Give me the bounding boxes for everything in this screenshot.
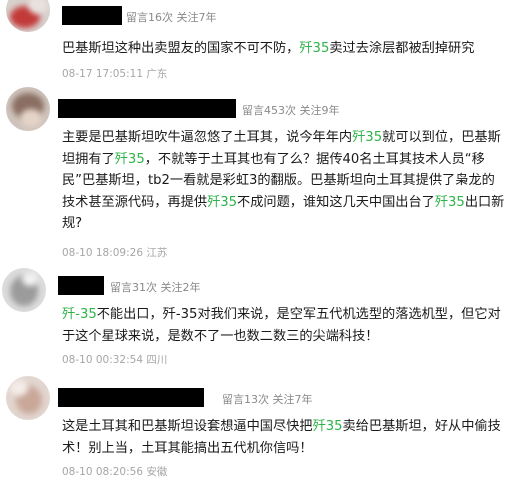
highlight-keyword: 歼35 bbox=[114, 151, 145, 167]
username-redacted[interactable] bbox=[58, 388, 204, 407]
highlight-keyword: 歼-35 bbox=[62, 307, 97, 322]
comment-text: 歼-35不能出口，歼-35对我们来说，是空军五代机选型的落选机型，但它对于这个星… bbox=[62, 307, 501, 344]
comment-timestamp: 08-17 17:05:11 广东 bbox=[62, 68, 168, 80]
highlight-keyword: 歼35 bbox=[434, 194, 465, 210]
comment-item: 留言16次 关注7年 巴基斯坦这种出卖盟友的国家不可不防，歼35卖过去涂层都被刮… bbox=[0, 0, 518, 85]
username-redacted[interactable] bbox=[62, 6, 122, 25]
user-stats: 留言13次 关注7年 bbox=[222, 393, 313, 406]
username-redacted[interactable] bbox=[58, 99, 236, 118]
username-redacted[interactable] bbox=[58, 276, 104, 295]
avatar[interactable] bbox=[6, 0, 50, 32]
user-stats: 留言16次 关注7年 bbox=[126, 11, 217, 24]
user-stats: 留言31次 关注2年 bbox=[110, 281, 201, 294]
highlight-keyword: 歼35 bbox=[207, 194, 238, 210]
comment-item: 留言31次 关注2年 歼-35不能出口，歼-35对我们来说，是空军五代机选型的落… bbox=[0, 268, 518, 376]
comment-timestamp: 08-10 08:20:56 安徽 bbox=[62, 466, 168, 478]
highlight-keyword: 歼35 bbox=[312, 419, 343, 434]
avatar[interactable] bbox=[6, 87, 50, 131]
user-stats: 留言453次 关注9年 bbox=[242, 104, 340, 117]
avatar[interactable] bbox=[6, 376, 50, 420]
comment-item: 留言453次 关注9年 主要是巴基斯坦吹牛逼忽悠了土耳其，说今年年内歼35就可以… bbox=[0, 85, 518, 265]
comment-text: 这是土耳其和巴基斯坦设套想逼中国尽快把歼35卖给巴基斯坦，好从中偷技术！别上当，… bbox=[62, 419, 501, 456]
highlight-keyword: 歼35 bbox=[299, 41, 330, 56]
comment-text: 巴基斯坦这种出卖盟友的国家不可不防，歼35卖过去涂层都被刮掉研究 bbox=[62, 41, 475, 56]
highlight-keyword: 歼35 bbox=[352, 130, 383, 145]
avatar[interactable] bbox=[2, 268, 46, 312]
comment-text: 主要是巴基斯坦吹牛逼忽悠了土耳其，说今年年内歼35就可以到位，巴基斯坦拥有了歼3… bbox=[62, 130, 505, 232]
comment-timestamp: 08-10 18:09:26 江苏 bbox=[62, 247, 168, 259]
comment-item: 留言13次 关注7年 这是土耳其和巴基斯坦设套想逼中国尽快把歼35卖给巴基斯坦，… bbox=[0, 376, 518, 491]
comment-timestamp: 08-10 00:32:54 四川 bbox=[62, 354, 168, 366]
